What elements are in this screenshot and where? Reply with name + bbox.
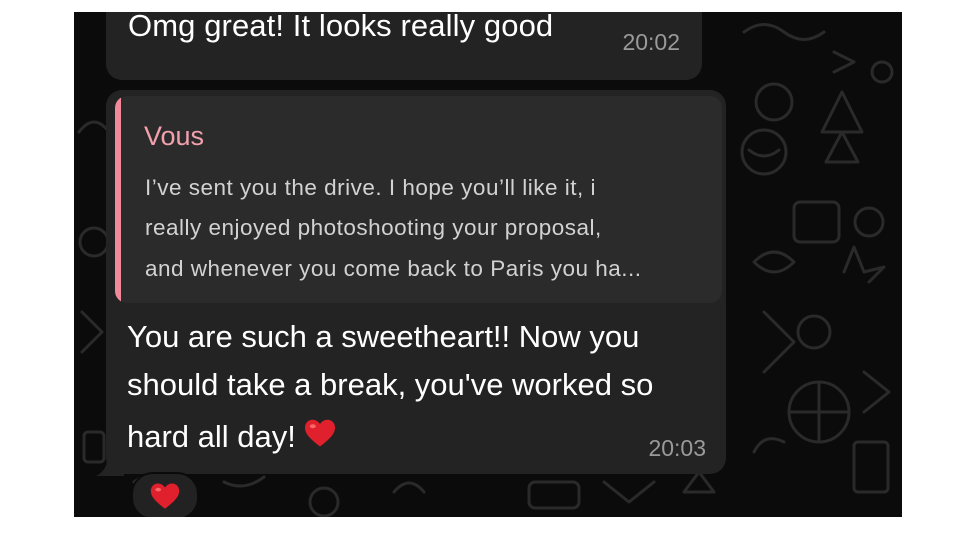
chat-area[interactable]: Omg great! It looks really good 20:02 Vo… [74, 12, 902, 517]
message-timestamp: 20:03 [648, 435, 706, 461]
quote-text-line: I’ve sent you the drive. I hope you’ll l… [145, 175, 596, 200]
quote-author: Vous [144, 121, 205, 151]
message-bubble-reply[interactable]: Vous I’ve sent you the drive. I hope you… [106, 90, 726, 474]
quote-text-line: really enjoyed photoshooting your propos… [145, 215, 602, 240]
message-text-line: You are such a sweetheart!! Now you [127, 319, 640, 354]
quote-text-line: and whenever you come back to Paris you … [145, 256, 642, 281]
message-text-line: should take a break, you've worked so [127, 367, 654, 402]
quoted-message[interactable]: Vous I’ve sent you the drive. I hope you… [115, 96, 722, 303]
quote-accent-bar [115, 96, 121, 303]
message-text-line-with-emoji: hard all day! [127, 415, 338, 455]
heart-emoji-icon [304, 419, 335, 447]
message-text: Omg great! It looks really good [128, 12, 554, 43]
heart-reaction-icon [150, 483, 180, 509]
message-timestamp: 20:02 [622, 29, 680, 55]
message-bubble-incoming[interactable]: Omg great! It looks really good 20:02 [106, 12, 702, 80]
heart-reaction-badge[interactable] [131, 472, 199, 517]
message-text: hard all day! [127, 419, 296, 454]
